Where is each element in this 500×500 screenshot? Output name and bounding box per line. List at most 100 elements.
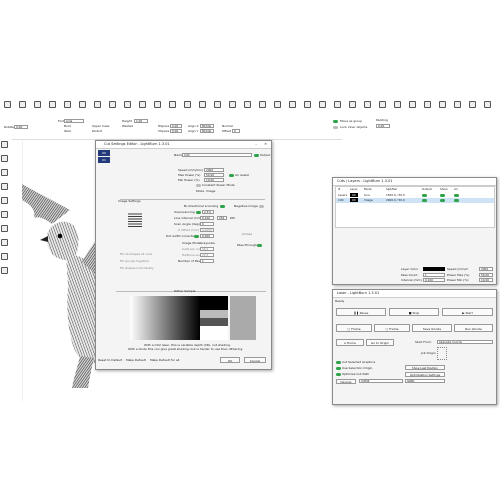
open-icon[interactable]: [19, 101, 26, 108]
ellipse-tool-icon[interactable]: [1, 211, 8, 218]
port-select[interactable]: COM4: [359, 379, 403, 383]
rect-tool-icon[interactable]: [1, 197, 8, 204]
zoom-fit-icon[interactable]: [274, 101, 281, 108]
height-input[interactable]: 1.00: [134, 119, 148, 123]
frame-button[interactable]: □ Frame: [336, 324, 372, 332]
line-tool-icon[interactable]: [1, 183, 8, 190]
normal-select[interactable]: Normal: [222, 124, 233, 128]
dot-width-toggle[interactable]: [194, 234, 199, 238]
group-icon[interactable]: [349, 101, 356, 108]
save-icon[interactable]: [34, 101, 41, 108]
align-y-select[interactable]: Middle: [200, 129, 214, 133]
layer-color-swatch[interactable]: [423, 267, 445, 271]
cl-min-power-input[interactable]: 10.00: [479, 278, 493, 282]
image-mode-select[interactable]: Grayscale: [200, 241, 215, 245]
distort-checkbox[interactable]: Distort: [92, 129, 102, 133]
measure-tool-icon[interactable]: [1, 253, 8, 260]
array-icon[interactable]: [439, 101, 446, 108]
polygon-tool-icon[interactable]: [1, 225, 8, 232]
weld-icon[interactable]: [379, 101, 386, 108]
upper-case-checkbox[interactable]: Upper Case: [92, 124, 109, 128]
run-gcode-button[interactable]: Run GCode: [454, 324, 493, 332]
cut-selected-toggle[interactable]: [336, 360, 341, 364]
output-toggle[interactable]: [422, 198, 427, 202]
fill-shapes-individually-radio[interactable]: Fill shapes individually: [120, 266, 154, 270]
constant-power-toggle[interactable]: [196, 183, 201, 187]
cl-speed-input[interactable]: 2000: [479, 267, 493, 271]
devices-button[interactable]: Devices: [336, 379, 356, 384]
z-offset-input[interactable]: 0.0000: [200, 228, 214, 232]
close-icon[interactable]: ✕: [264, 141, 267, 148]
offset-input[interactable]: 0: [232, 129, 240, 133]
scan-angle-input[interactable]: 0: [200, 222, 214, 226]
position-tool-icon[interactable]: [1, 239, 8, 246]
offset-icon[interactable]: [424, 101, 431, 108]
dot-width-input[interactable]: 0.000: [200, 234, 214, 238]
frame-circle-button[interactable]: ○ Frame: [374, 324, 410, 332]
device-select[interactable]: GRBL: [405, 379, 445, 383]
frame-icon[interactable]: [199, 101, 206, 108]
mode-value[interactable]: Image: [206, 189, 215, 193]
cl-max-power-input[interactable]: 50.00: [479, 273, 493, 277]
export-icon[interactable]: [79, 101, 86, 108]
settings-icon[interactable]: [214, 101, 221, 108]
hspace-input[interactable]: 0.00: [170, 124, 182, 128]
help-icon[interactable]: [484, 101, 491, 108]
font-select[interactable]: Arial: [64, 119, 84, 123]
min-power-input[interactable]: 10.00: [204, 178, 224, 182]
copy-icon[interactable]: [124, 101, 131, 108]
minimize-icon[interactable]: –: [255, 141, 257, 148]
layer-tab-01[interactable]: 01: [98, 157, 110, 163]
number-of-passes-input[interactable]: 1: [200, 259, 214, 263]
air-assist-toggle[interactable]: [229, 173, 234, 177]
import-icon[interactable]: [64, 101, 71, 108]
zoom-in-icon[interactable]: [244, 101, 251, 108]
table-row[interactable]: C00 00 Image 2000.0 / 50.0: [336, 198, 494, 203]
welded-checkbox[interactable]: Welded: [122, 124, 133, 128]
zoom-out-icon[interactable]: [259, 101, 266, 108]
start-from-select[interactable]: Absolute Coords: [437, 340, 493, 344]
negative-toggle[interactable]: [259, 204, 264, 208]
go-to-origin-button[interactable]: Go to Origin: [366, 339, 394, 346]
save-as-icon[interactable]: [49, 101, 56, 108]
dpi-input[interactable]: 254: [217, 216, 227, 220]
select-tool-icon[interactable]: [1, 141, 8, 148]
rotate-input[interactable]: 0.00: [14, 125, 28, 129]
undo-icon[interactable]: [94, 101, 101, 108]
overscanning-toggle[interactable]: [196, 210, 201, 214]
camera-icon[interactable]: [229, 101, 236, 108]
vspace-input[interactable]: 0.00: [170, 129, 182, 133]
layer-tab-00[interactable]: 00: [98, 150, 110, 156]
boolean-icon[interactable]: [394, 101, 401, 108]
air-toggle[interactable]: [454, 193, 459, 197]
align-x-select[interactable]: Middle: [200, 124, 214, 128]
pass-count-input[interactable]: 1: [423, 273, 445, 277]
new-file-icon[interactable]: [4, 101, 11, 108]
use-selection-origin-toggle[interactable]: [336, 366, 341, 370]
cancel-button[interactable]: Cancel: [244, 357, 266, 363]
move-as-group-toggle[interactable]: [333, 120, 338, 123]
air-toggle[interactable]: [454, 198, 459, 202]
home-button[interactable]: ⌂ Home: [336, 339, 364, 346]
optimize-cut-path-toggle[interactable]: [336, 372, 341, 376]
max-power-input[interactable]: 50.00: [204, 173, 224, 177]
redo-icon[interactable]: [109, 101, 116, 108]
align-icon[interactable]: [304, 101, 311, 108]
pass-through-toggle[interactable]: [257, 243, 262, 247]
edit-nodes-icon[interactable]: [1, 155, 8, 162]
bidir-toggle[interactable]: [220, 204, 225, 208]
save-gcode-button[interactable]: Save GCode: [412, 324, 452, 332]
make-default-button[interactable]: Make Default: [126, 358, 146, 362]
node-icon[interactable]: [409, 101, 416, 108]
ungroup-icon[interactable]: [364, 101, 371, 108]
name-input[interactable]: C00: [182, 153, 252, 157]
padding-input[interactable]: 0.00: [376, 124, 390, 128]
mirror-icon[interactable]: [319, 101, 326, 108]
tabs-tool-icon[interactable]: [1, 267, 8, 274]
pause-button[interactable]: ❚❚ Pause: [336, 308, 386, 316]
halftone-angle-input[interactable]: 22.5: [200, 253, 214, 257]
make-default-all-button[interactable]: Make Default for all: [150, 358, 179, 362]
paste-icon[interactable]: [154, 101, 161, 108]
ok-button[interactable]: OK: [220, 357, 240, 363]
show-toggle[interactable]: [440, 198, 445, 202]
